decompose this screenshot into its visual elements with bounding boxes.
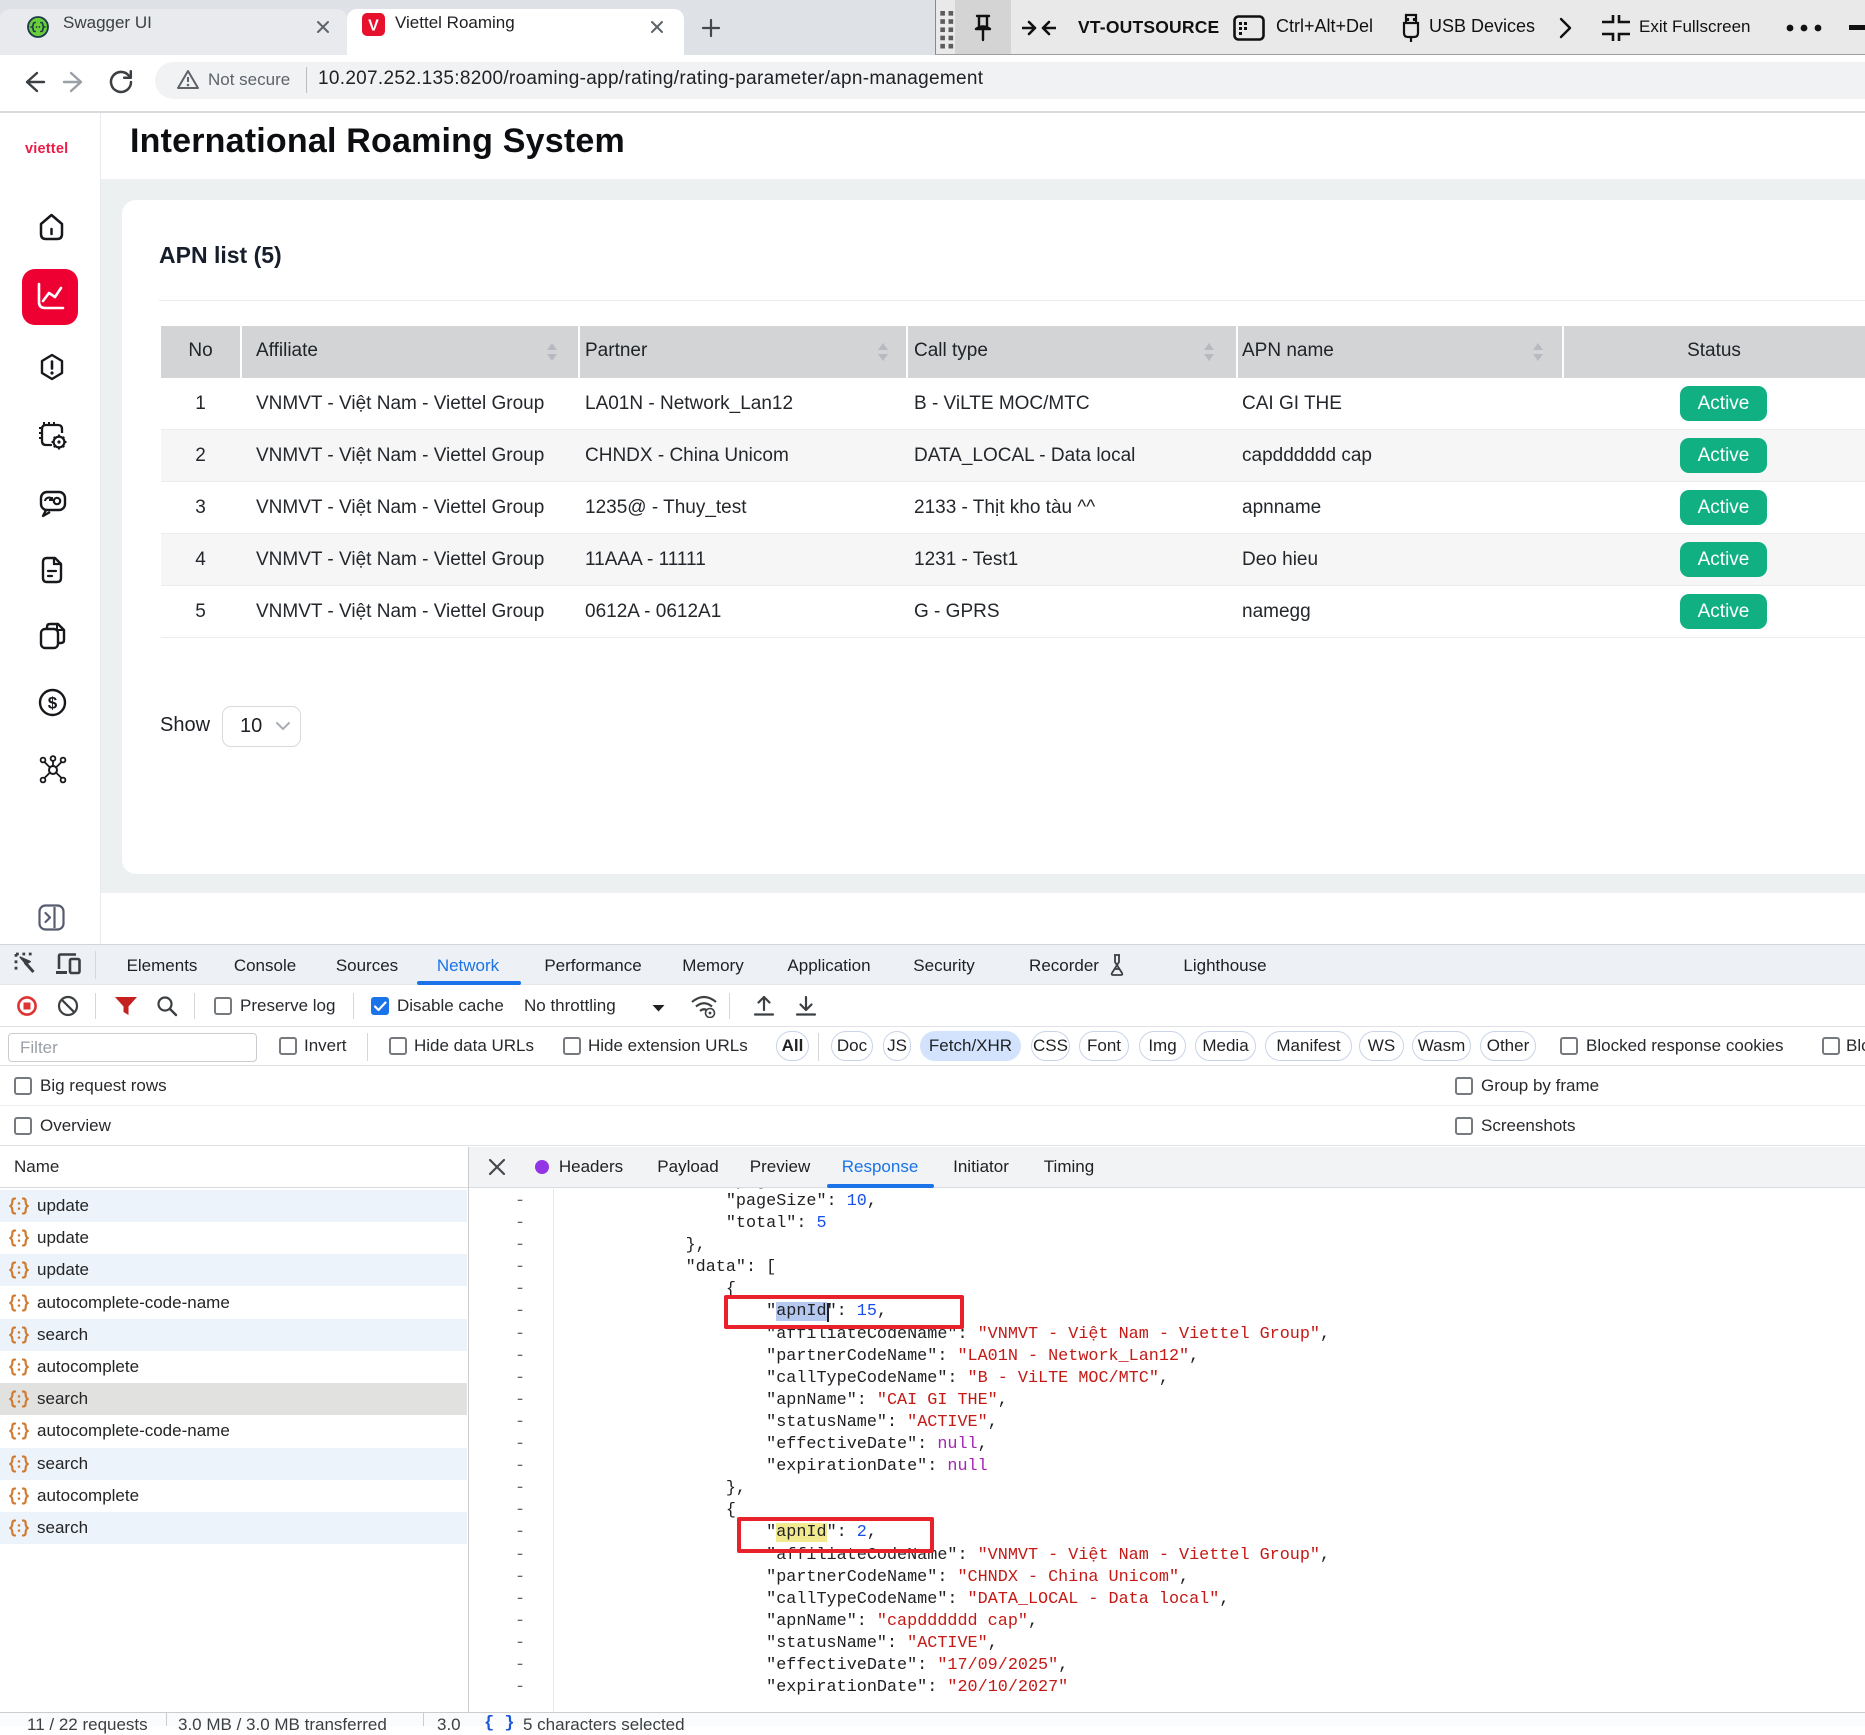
svg-text:V: V [368, 18, 379, 35]
svg-text:$: $ [48, 694, 58, 713]
